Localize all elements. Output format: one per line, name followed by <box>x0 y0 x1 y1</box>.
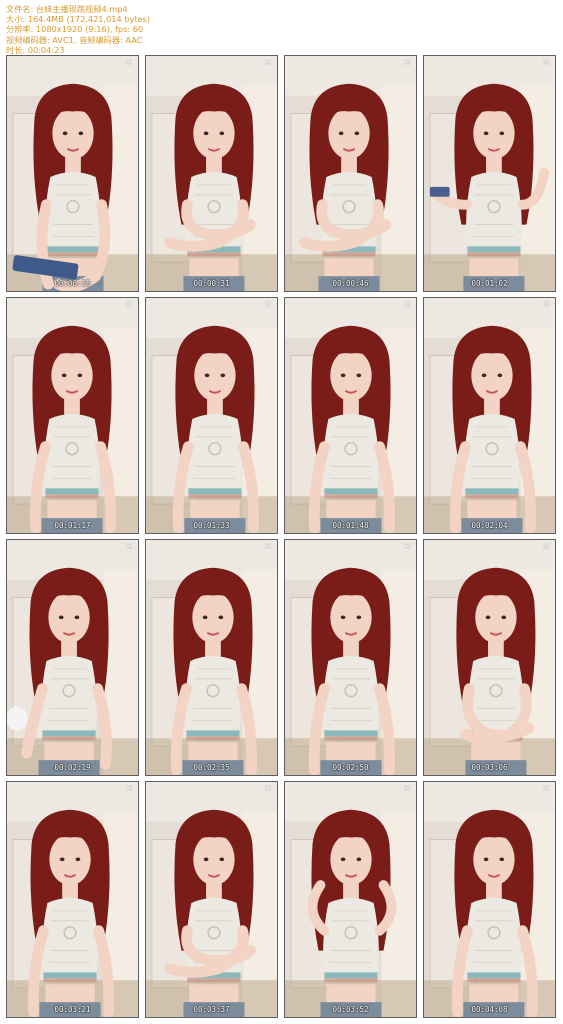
thumbnail-image <box>146 56 277 291</box>
thumbnail-image <box>146 782 277 1017</box>
video-thumbnail[interactable]: × 00:03:06 <box>423 539 556 776</box>
video-thumbnail[interactable]: × 00:03:37 <box>145 781 278 1018</box>
video-thumbnail[interactable]: × 00:01:17 <box>6 297 139 534</box>
close-icon[interactable]: × <box>125 543 133 552</box>
thumbnail-image <box>285 540 416 775</box>
close-icon[interactable]: × <box>125 301 133 310</box>
video-thumbnail[interactable]: × 00:02:35 <box>145 539 278 776</box>
video-thumbnail[interactable]: × 00:03:21 <box>6 781 139 1018</box>
thumbnail-timestamp: 00:01:33 <box>193 521 230 530</box>
close-icon[interactable]: × <box>542 543 550 552</box>
thumbnail-image <box>285 56 416 291</box>
video-thumbnail[interactable]: × 00:01:33 <box>145 297 278 534</box>
thumbnail-timestamp: 00:01:48 <box>332 521 369 530</box>
thumbnail-timestamp: 00:03:06 <box>471 763 508 772</box>
thumbnail-image <box>285 298 416 533</box>
thumbnail-timestamp: 00:01:17 <box>54 521 91 530</box>
video-thumbnail[interactable]: × 00:00:15 <box>6 55 139 292</box>
close-icon[interactable]: × <box>542 301 550 310</box>
thumbnail-timestamp: 00:02:19 <box>54 763 91 772</box>
video-thumbnail[interactable]: × 00:00:46 <box>284 55 417 292</box>
video-thumbnail[interactable]: × 00:02:50 <box>284 539 417 776</box>
thumbnail-image <box>146 298 277 533</box>
close-icon[interactable]: × <box>403 59 411 68</box>
thumbnail-image <box>7 540 138 775</box>
video-thumbnail[interactable]: × 00:01:48 <box>284 297 417 534</box>
video-thumbnail[interactable]: × 00:02:19 <box>6 539 139 776</box>
close-icon[interactable]: × <box>403 543 411 552</box>
close-icon[interactable]: × <box>403 785 411 794</box>
thumbnail-timestamp: 00:01:02 <box>471 279 508 288</box>
close-icon[interactable]: × <box>542 59 550 68</box>
thumbnail-timestamp: 00:04:08 <box>471 1005 508 1014</box>
thumbnail-image <box>424 56 555 291</box>
close-icon[interactable]: × <box>542 785 550 794</box>
thumbnail-timestamp: 00:00:46 <box>332 279 369 288</box>
video-thumbnail[interactable]: × 00:04:08 <box>423 781 556 1018</box>
thumbnail-image <box>424 540 555 775</box>
video-thumbnail[interactable]: × 00:01:02 <box>423 55 556 292</box>
thumbnail-image <box>285 782 416 1017</box>
thumbnail-timestamp: 00:00:31 <box>193 279 230 288</box>
thumbnail-timestamp: 00:02:35 <box>193 763 230 772</box>
close-icon[interactable]: × <box>403 301 411 310</box>
thumbnail-timestamp: 00:03:52 <box>332 1005 369 1014</box>
thumbnail-timestamp: 00:03:21 <box>54 1005 91 1014</box>
thumbnail-timestamp: 00:00:15 <box>54 279 91 288</box>
close-icon[interactable]: × <box>264 785 272 794</box>
thumbnail-timestamp: 00:02:04 <box>471 521 508 530</box>
thumbnail-grid: × 00:00:15 × 00:00:31 × 00:00:46 × 00:01… <box>0 0 563 1024</box>
video-thumbnail[interactable]: × 00:03:52 <box>284 781 417 1018</box>
thumbnail-image <box>7 782 138 1017</box>
thumbnail-image <box>146 540 277 775</box>
close-icon[interactable]: × <box>125 59 133 68</box>
thumbnail-timestamp: 00:02:50 <box>332 763 369 772</box>
video-thumbnail[interactable]: × 00:02:04 <box>423 297 556 534</box>
thumbnail-image <box>424 782 555 1017</box>
thumbnail-image <box>7 298 138 533</box>
thumbnail-image <box>7 56 138 291</box>
close-icon[interactable]: × <box>264 301 272 310</box>
close-icon[interactable]: × <box>125 785 133 794</box>
thumbnail-image <box>424 298 555 533</box>
video-thumbnail[interactable]: × 00:00:31 <box>145 55 278 292</box>
thumbnail-timestamp: 00:03:37 <box>193 1005 230 1014</box>
close-icon[interactable]: × <box>264 59 272 68</box>
close-icon[interactable]: × <box>264 543 272 552</box>
